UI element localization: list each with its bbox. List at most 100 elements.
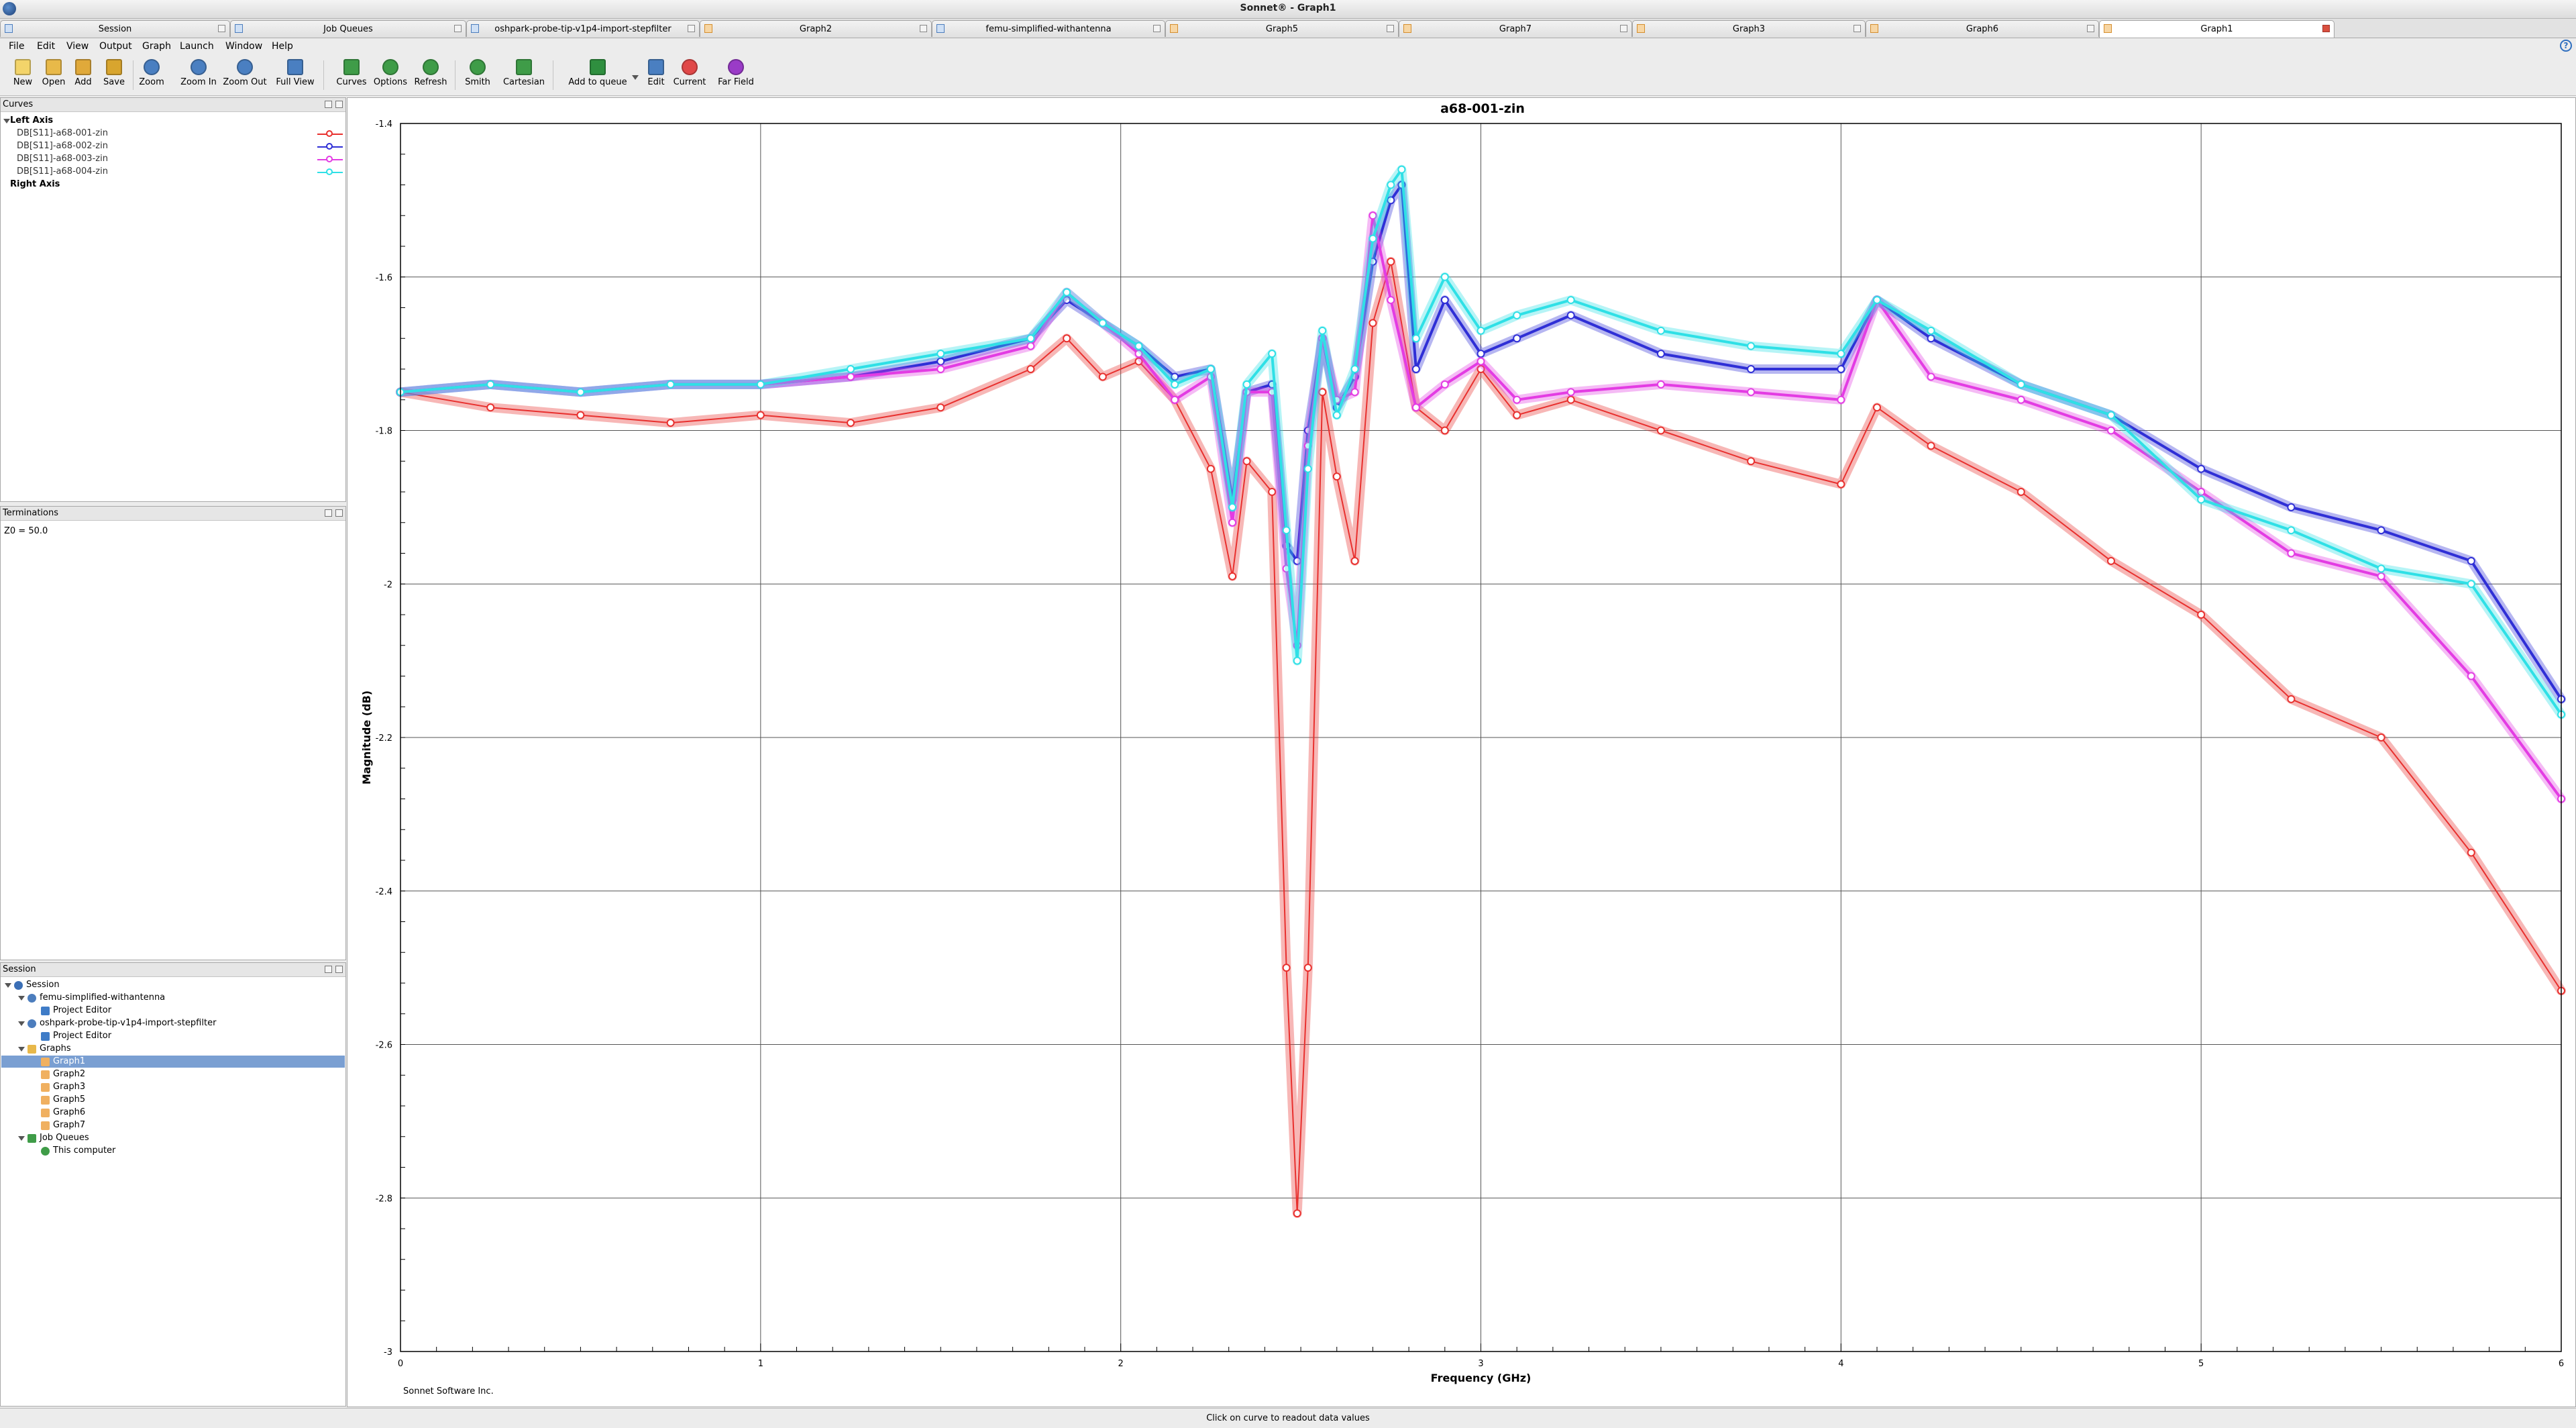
zoom-button[interactable]: Zoom (138, 58, 165, 94)
tree-expand-icon[interactable] (5, 983, 11, 988)
curves-icon (343, 59, 360, 75)
menu-view[interactable]: View (66, 41, 89, 52)
save-button[interactable]: Save (101, 58, 127, 94)
menu-output[interactable]: Output (99, 41, 132, 52)
graph-icon (704, 24, 712, 33)
session-tree-item[interactable]: This computer (53, 1145, 115, 1156)
curve-item[interactable]: DB[S11]-a68-002-zin (17, 141, 108, 151)
data-point (2377, 572, 2385, 580)
tab-job-queues[interactable]: Job Queues (230, 20, 466, 37)
tab-close-icon[interactable] (218, 25, 225, 32)
tab-close-icon[interactable] (688, 25, 695, 32)
menu-file[interactable]: File (9, 41, 24, 52)
right-axis-node[interactable]: Right Axis (10, 179, 60, 189)
magnitude-chart[interactable]: a68-001-zin 0 1 2 3 4 5 6 -1.4 -1.6 -1.8 -2 -2.2 -2.… (347, 98, 2575, 1407)
panel-close-icon[interactable] (335, 966, 343, 973)
session-tree-item[interactable]: Graphs (40, 1043, 71, 1054)
menu-launch[interactable]: Launch (180, 41, 214, 52)
menu-edit[interactable]: Edit (37, 41, 55, 52)
options-button[interactable]: Options (373, 58, 408, 94)
data-point (1282, 964, 1291, 972)
data-point (1656, 326, 1665, 335)
session-tree-item[interactable]: Project Editor (53, 1005, 111, 1015)
curve-item[interactable]: DB[S11]-a68-001-zin (17, 128, 108, 138)
tab-close-icon[interactable] (454, 25, 462, 32)
session-tree-item[interactable]: Graph6 (53, 1107, 85, 1117)
session-tree-item[interactable]: Graph1 (53, 1056, 85, 1066)
panel-float-icon[interactable] (325, 966, 332, 973)
session-tree-item[interactable]: femu-simplified-withantenna (40, 992, 165, 1003)
far-field-button[interactable]: Far Field (714, 58, 758, 94)
session-tree-item[interactable]: Project Editor (53, 1031, 111, 1041)
full-view-button[interactable]: Full View (272, 58, 318, 94)
graph-icon (1403, 24, 1411, 33)
panel-close-icon[interactable] (335, 509, 343, 517)
data-point (1477, 357, 1485, 366)
zoom-in-button[interactable]: Zoom In (180, 58, 217, 94)
curve-item[interactable]: DB[S11]-a68-004-zin (17, 166, 108, 176)
cartesian-button[interactable]: Cartesian (500, 58, 547, 94)
edit-button[interactable]: Edit (645, 58, 667, 94)
data-point (1411, 365, 1420, 373)
tree-expand-icon[interactable] (18, 1021, 25, 1026)
tab-graph6[interactable]: Graph6 (1866, 20, 2099, 37)
panel-close-icon[interactable] (335, 101, 343, 108)
tab-graph1[interactable]: Graph1 (2099, 20, 2334, 38)
tab-close-icon[interactable] (2322, 25, 2330, 32)
toolbar-label: Add (74, 77, 92, 87)
tab-graph7[interactable]: Graph7 (1399, 20, 1632, 37)
queue-dropdown-icon[interactable] (632, 75, 639, 80)
curves-button[interactable]: Curves (334, 58, 369, 94)
menu-bar: ? File Edit View Output Graph Launch Window Hel… (0, 38, 2576, 54)
project-icon (28, 994, 36, 1003)
menu-graph[interactable]: Graph (142, 41, 171, 52)
new-button[interactable]: New (9, 58, 36, 94)
left-axis-node[interactable]: Left Axis (10, 115, 53, 125)
tab-close-icon[interactable] (1854, 25, 1861, 32)
help-icon[interactable]: ? (2560, 40, 2572, 52)
tree-expand-icon[interactable] (18, 1047, 25, 1052)
data-point (1282, 526, 1291, 535)
tab-close-icon[interactable] (1387, 25, 1394, 32)
data-point (1837, 350, 1845, 358)
tab-femu-simplified-withantenna[interactable]: femu-simplified-withantenna (932, 20, 1165, 37)
session-tree-item[interactable]: Graph7 (53, 1120, 85, 1130)
current-button[interactable]: Current (672, 58, 707, 94)
tab-close-icon[interactable] (1153, 25, 1161, 32)
document-tab-bar: Session Job Queues oshpark-probe-tip-v1p4-… (0, 19, 2576, 38)
data-point (1927, 326, 1935, 335)
add-button[interactable]: Add (71, 58, 95, 94)
open-button[interactable]: Open (40, 58, 67, 94)
curve-item[interactable]: DB[S11]-a68-003-zin (17, 154, 108, 164)
tree-expand-icon[interactable] (18, 996, 25, 1001)
zoom-out-button[interactable]: Zoom Out (220, 58, 270, 94)
project-icon (936, 24, 945, 33)
tab-session[interactable]: Session (0, 20, 230, 37)
session-tree-item[interactable]: oshpark-probe-tip-v1p4-import-stepfilter (40, 1018, 216, 1028)
smith-button[interactable]: Smith (463, 58, 492, 94)
menu-window[interactable]: Window (225, 41, 262, 52)
tab-graph2[interactable]: Graph2 (700, 20, 932, 37)
session-tree-item[interactable]: Job Queues (40, 1133, 89, 1143)
add-to-queue-button[interactable]: Add to queue (561, 58, 635, 94)
session-tree-item[interactable]: Session (26, 980, 60, 990)
data-point (1873, 403, 1882, 412)
panel-float-icon[interactable] (325, 101, 332, 108)
refresh-button[interactable]: Refresh (412, 58, 449, 94)
tab-close-icon[interactable] (920, 25, 927, 32)
y-tick-label: -2.4 (376, 887, 392, 897)
tab-graph5[interactable]: Graph5 (1165, 20, 1399, 37)
tab-close-icon[interactable] (2087, 25, 2094, 32)
session-tree-item[interactable]: Graph3 (53, 1082, 85, 1092)
panel-float-icon[interactable] (325, 509, 332, 517)
session-tree-item[interactable]: Graph5 (53, 1094, 85, 1105)
tab-oshpark-probe-tip-v1p4-import-stepfilter[interactable]: oshpark-probe-tip-v1p4-import-stepfilter (466, 20, 700, 37)
session-tree-item[interactable]: Graph2 (53, 1069, 85, 1079)
data-point (1098, 372, 1107, 381)
expand-left-axis-icon[interactable] (3, 119, 10, 123)
menu-help[interactable]: Help (272, 41, 293, 52)
data-point (486, 403, 495, 412)
tree-expand-icon[interactable] (18, 1136, 25, 1141)
tab-graph3[interactable]: Graph3 (1632, 20, 1866, 37)
tab-close-icon[interactable] (1620, 25, 1627, 32)
